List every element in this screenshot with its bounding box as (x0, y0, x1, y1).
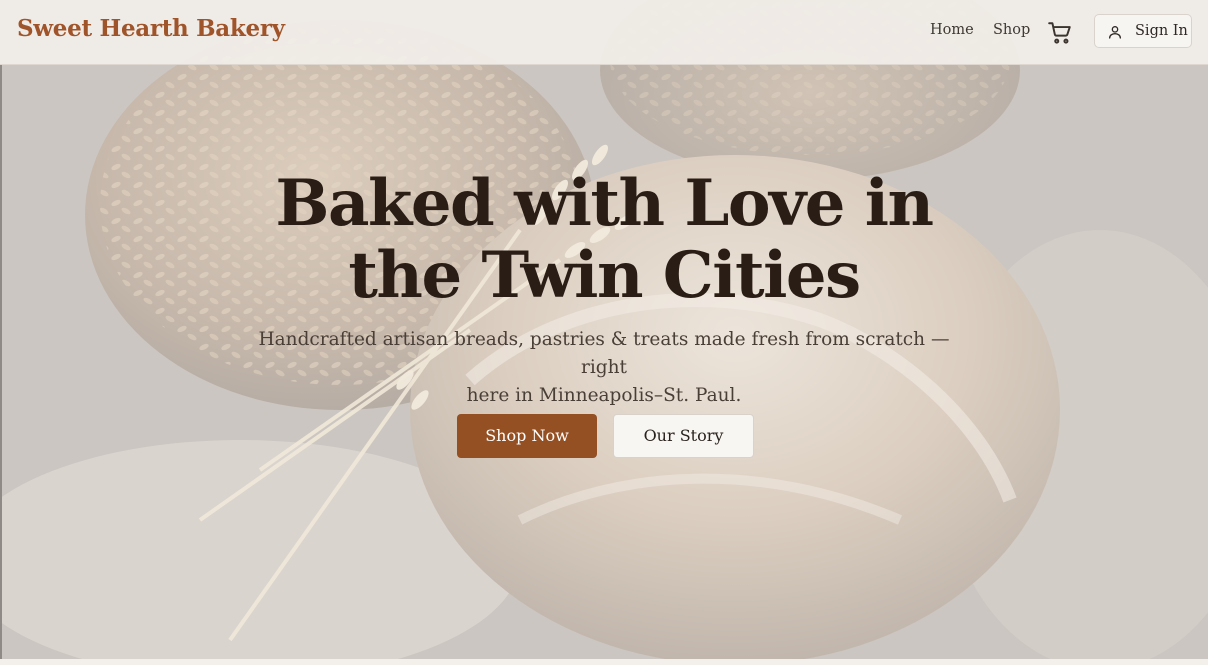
our-story-button[interactable]: Our Story (613, 414, 754, 458)
hero-subtitle: Handcrafted artisan breads, pastries & t… (234, 326, 974, 410)
shop-now-button[interactable]: Shop Now (457, 414, 597, 458)
hero-bottom-strip (0, 659, 1208, 665)
hero-subtitle-line-2: here in Minneapolis–St. Paul. (466, 385, 742, 406)
hero-title-line-2: the Twin Cities (348, 238, 861, 313)
shopping-cart-icon (1048, 22, 1071, 44)
sign-in-button[interactable]: Sign In (1094, 14, 1192, 48)
hero-left-border (0, 65, 2, 665)
hero-title-line-1: Baked with Love in (275, 166, 934, 241)
brand-logo[interactable]: Sweet Hearth Bakery (17, 15, 285, 42)
hero-subtitle-line-1: Handcrafted artisan breads, pastries & t… (258, 329, 950, 378)
page: Baked with Love in the Twin Cities Handc… (0, 0, 1208, 665)
hero-title: Baked with Love in the Twin Cities (224, 168, 984, 312)
nav-link-home[interactable]: Home (930, 22, 974, 38)
site-header: Sweet Hearth Bakery Home Shop Sign In (0, 0, 1208, 65)
nav-link-shop[interactable]: Shop (993, 22, 1030, 38)
sign-in-label: Sign In (1135, 23, 1188, 39)
cart-button[interactable] (1047, 20, 1073, 46)
hero-section: Baked with Love in the Twin Cities Handc… (0, 0, 1208, 665)
user-icon (1109, 26, 1121, 39)
